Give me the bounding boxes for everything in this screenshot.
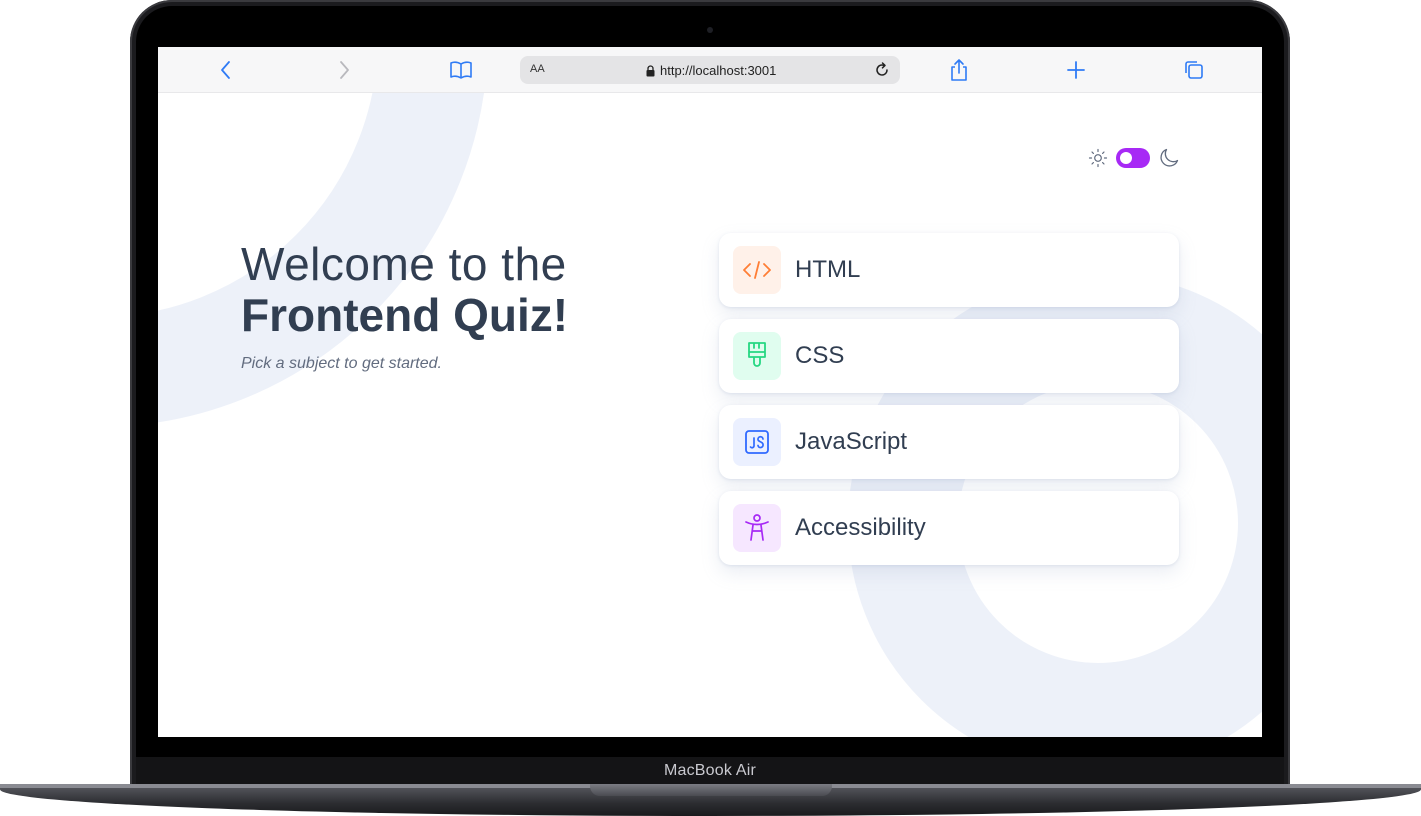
new-tab-button[interactable] [1063,57,1089,83]
subject-icon-tile [733,504,781,552]
reload-icon [876,62,888,76]
device-label: MacBook Air [663,761,756,779]
theme-toggle [1088,147,1180,169]
forward-button[interactable] [331,57,357,83]
js-icon [745,430,769,454]
title-line-2: Frontend Quiz! [241,289,569,341]
sun-icon [1088,148,1108,168]
forward-icon [340,61,349,79]
share-icon [951,59,967,81]
subject-label: JavaScript [795,428,908,455]
moon-icon [1160,148,1179,167]
subject-icon-tile [733,332,781,380]
reload-button[interactable] [872,60,892,80]
browser-toolbar: AA http://localhost:3001 [158,47,1262,93]
page-title: Welcome to the Frontend Quiz! [241,239,568,341]
laptop-screen: AA http://localhost:3001 Welcome to the … [158,47,1262,737]
subject-icon-tile [733,246,781,294]
new-tab-icon [1067,61,1085,79]
theme-switch-knob [1120,152,1132,164]
subject-button-javascript[interactable]: JavaScript [719,405,1179,479]
subject-label: CSS [795,342,845,369]
quiz-page: Welcome to the Frontend Quiz! Pick a sub… [158,93,1262,737]
subject-list: HTML CSS JavaScript Accessibility [719,233,1179,577]
subject-button-accessibility[interactable]: Accessibility [719,491,1179,565]
title-line-1: Welcome to the [241,238,567,290]
page-subtitle: Pick a subject to get started. [241,355,442,372]
subject-button-html[interactable]: HTML [719,233,1179,307]
accessibility-icon [745,514,769,541]
subject-icon-tile [733,418,781,466]
text-size-button[interactable]: AA [530,63,545,75]
theme-switch[interactable] [1116,148,1150,168]
subject-button-css[interactable]: CSS [719,319,1179,393]
bookmarks-button[interactable] [448,57,474,83]
lock-icon [646,64,655,76]
webcam [707,27,713,33]
back-icon [221,61,230,79]
tabs-button[interactable] [1181,57,1207,83]
laptop-opening-notch [590,784,832,796]
code-icon [743,261,771,279]
subject-label: HTML [795,256,861,283]
bookmarks-icon [450,61,472,79]
share-button[interactable] [946,57,972,83]
subject-label: Accessibility [795,514,926,541]
tabs-icon [1185,61,1203,79]
laptop-chin: MacBook Air [136,757,1284,784]
address-bar[interactable]: AA http://localhost:3001 [520,56,900,84]
url-text: http://localhost:3001 [660,63,777,78]
back-button[interactable] [213,57,239,83]
paintbrush-icon [748,342,766,367]
